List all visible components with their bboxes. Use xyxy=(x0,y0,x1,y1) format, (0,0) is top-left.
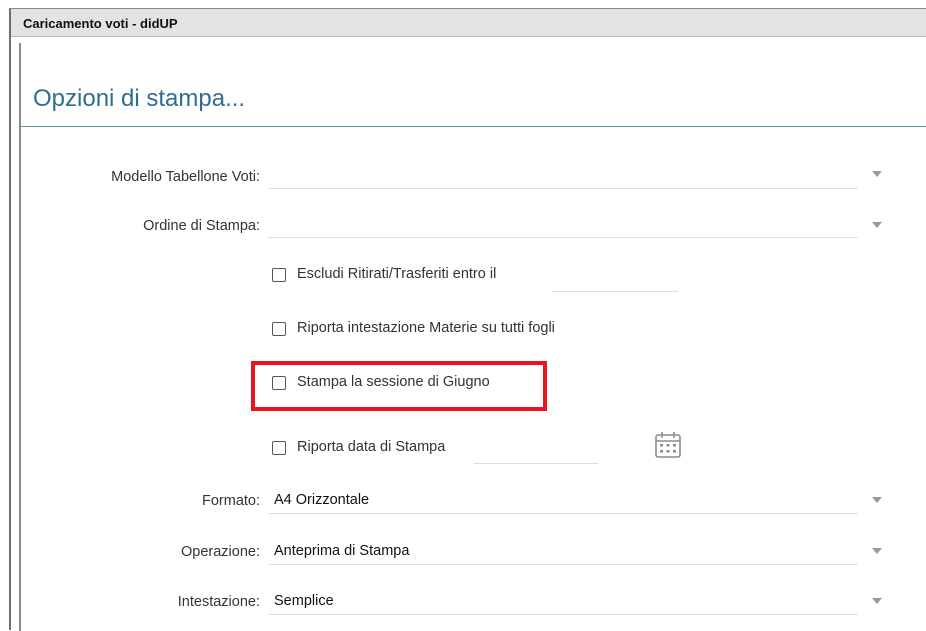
riporta-materie-checkbox[interactable] xyxy=(272,322,286,336)
ordine-chevron-down-icon[interactable] xyxy=(872,222,882,228)
modello-select[interactable] xyxy=(268,163,858,189)
highlight-box xyxy=(251,361,547,411)
formato-chevron-down-icon[interactable] xyxy=(872,497,882,503)
formato-select[interactable]: A4 Orizzontale xyxy=(268,488,858,514)
ordine-label: Ordine di Stampa: xyxy=(143,218,260,234)
escludi-checkbox[interactable] xyxy=(272,268,286,282)
operazione-select[interactable]: Anteprima di Stampa xyxy=(268,539,858,565)
operazione-label: Operazione: xyxy=(181,544,260,560)
intestazione-value: Semplice xyxy=(274,593,334,609)
operazione-chevron-down-icon[interactable] xyxy=(872,548,882,554)
formato-value: A4 Orizzontale xyxy=(274,492,370,508)
dialog-header: Opzioni di stampa... xyxy=(21,43,926,127)
escludi-label[interactable]: Escludi Ritirati/Trasferiti entro il xyxy=(297,266,496,282)
operazione-value: Anteprima di Stampa xyxy=(274,543,410,559)
riporta-materie-label[interactable]: Riporta intestazione Materie su tutti fo… xyxy=(297,320,555,336)
intestazione-select[interactable]: Semplice xyxy=(268,589,858,615)
modello-chevron-down-icon[interactable] xyxy=(872,171,882,177)
escludi-date-input[interactable] xyxy=(552,270,678,292)
calendar-icon[interactable] xyxy=(654,430,684,460)
riporta-data-date-input[interactable] xyxy=(474,442,598,464)
dialog-title: Opzioni di stampa... xyxy=(33,85,246,112)
riporta-data-checkbox[interactable] xyxy=(272,441,286,455)
ordine-select[interactable] xyxy=(268,212,858,238)
dialog-border xyxy=(19,43,21,631)
main-window: Caricamento voti - didUP Opzioni di stam… xyxy=(9,8,926,631)
formato-label: Formato: xyxy=(201,493,260,509)
modello-label: Modello Tabellone Voti: xyxy=(111,169,260,185)
intestazione-chevron-down-icon[interactable] xyxy=(872,598,882,604)
intestazione-label: Intestazione: xyxy=(177,594,260,610)
window-title: Caricamento voti - didUP xyxy=(23,16,178,31)
riporta-data-label[interactable]: Riporta data di Stampa xyxy=(297,439,445,455)
window-titlebar: Caricamento voti - didUP xyxy=(11,9,926,37)
